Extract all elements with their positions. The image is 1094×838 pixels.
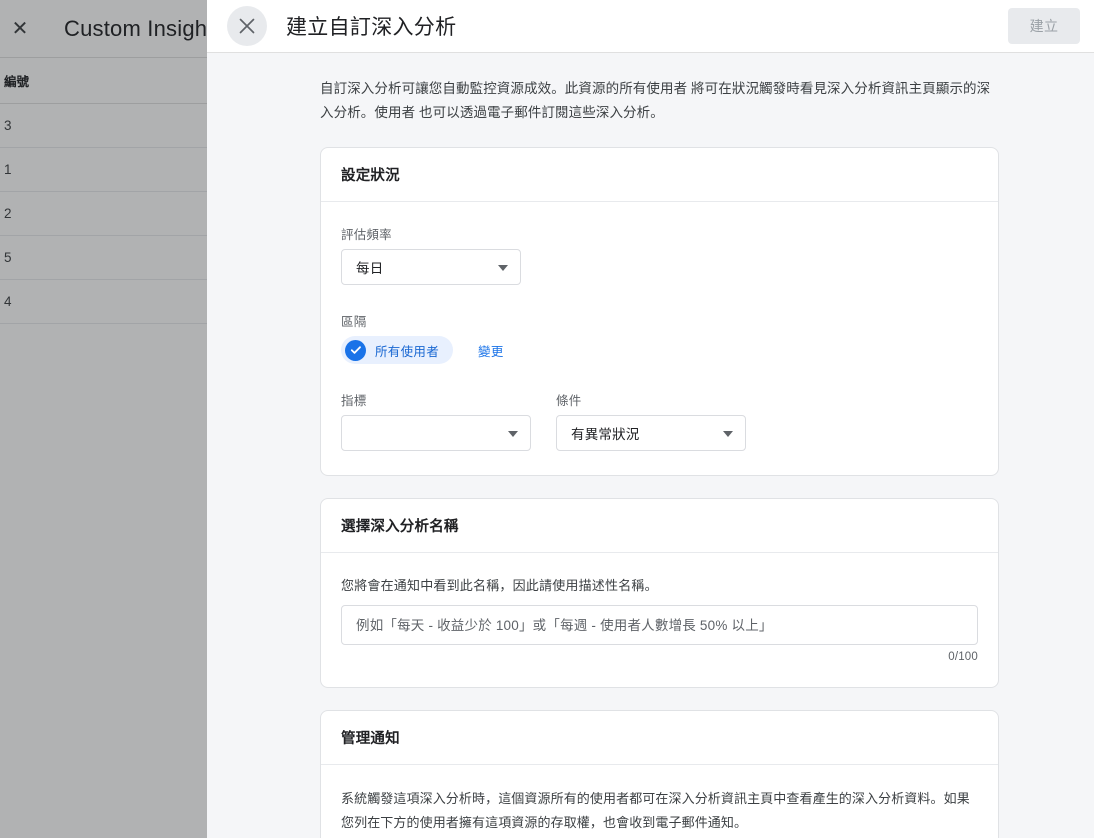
create-button[interactable]: 建立 — [1008, 8, 1080, 44]
frequency-value: 每日 — [356, 261, 384, 277]
condition-value: 有異常狀況 — [571, 427, 640, 443]
metric-field: 指標 — [341, 390, 531, 452]
insight-name-char-counter: 0/100 — [948, 651, 978, 664]
frequency-label: 評估頻率 — [341, 228, 392, 243]
chevron-down-icon — [498, 265, 508, 272]
metric-select[interactable] — [341, 415, 531, 452]
condition-card-body: 評估頻率 每日 區隔 所有使用者 變更 指標 條件 有異常狀況 — [321, 202, 998, 475]
insight-name-card: 選擇深入分析名稱 您將會在通知中看到此名稱，因此請使用描述性名稱。 0/100 — [320, 498, 999, 689]
chevron-down-icon — [508, 431, 518, 438]
create-custom-insight-dialog: 建立自訂深入分析 建立 自訂深入分析可讓您自動監控資源成效。此資源的所有使用者 … — [207, 0, 1094, 838]
insight-name-helper-text: 您將會在通知中看到此名稱，因此請使用描述性名稱。 — [341, 578, 658, 594]
dialog-body-scroll-area[interactable]: 自訂深入分析可讓您自動監控資源成效。此資源的所有使用者 將可在狀況觸發時看見深入… — [207, 53, 1094, 838]
chevron-down-icon — [723, 431, 733, 438]
change-segment-link[interactable]: 變更 — [478, 341, 504, 360]
check-icon — [345, 339, 366, 361]
condition-field: 條件 有異常狀況 — [556, 390, 746, 452]
segment-chip-label: 所有使用者 — [375, 344, 440, 359]
insight-name-input[interactable] — [341, 605, 978, 646]
condition-card: 設定狀況 評估頻率 每日 區隔 所有使用者 變更 指標 條件 有異常狀況 — [320, 147, 999, 477]
segment-label: 區隔 — [341, 315, 367, 330]
close-icon[interactable] — [227, 6, 267, 46]
condition-select[interactable]: 有異常狀況 — [556, 415, 746, 452]
notifications-card-body: 系統觸發這項深入分析時，這個資源所有的使用者都可在深入分析資訊主頁中查看產生的深… — [321, 765, 998, 838]
dialog-intro-text: 自訂深入分析可讓您自動監控資源成效。此資源的所有使用者 將可在狀況觸發時看見深入… — [320, 81, 991, 121]
condition-label: 條件 — [556, 394, 582, 409]
dialog-header: 建立自訂深入分析 建立 — [207, 0, 1094, 53]
segment-chip-all-users[interactable]: 所有使用者 — [341, 336, 454, 365]
insight-name-card-heading: 選擇深入分析名稱 — [321, 499, 998, 554]
condition-card-heading: 設定狀況 — [321, 148, 998, 203]
notifications-card-heading: 管理通知 — [321, 711, 998, 766]
metric-condition-row: 指標 條件 有異常狀況 — [341, 390, 978, 452]
frequency-select[interactable]: 每日 — [341, 249, 521, 286]
notifications-description: 系統觸發這項深入分析時，這個資源所有的使用者都可在深入分析資訊主頁中查看產生的深… — [341, 791, 970, 831]
segment-row: 所有使用者 變更 — [341, 336, 978, 365]
metric-label: 指標 — [341, 394, 367, 409]
insight-name-card-body: 您將會在通知中看到此名稱，因此請使用描述性名稱。 0/100 — [321, 553, 998, 687]
notifications-card: 管理通知 系統觸發這項深入分析時，這個資源所有的使用者都可在深入分析資訊主頁中查… — [320, 710, 999, 838]
dialog-title: 建立自訂深入分析 — [286, 16, 457, 39]
